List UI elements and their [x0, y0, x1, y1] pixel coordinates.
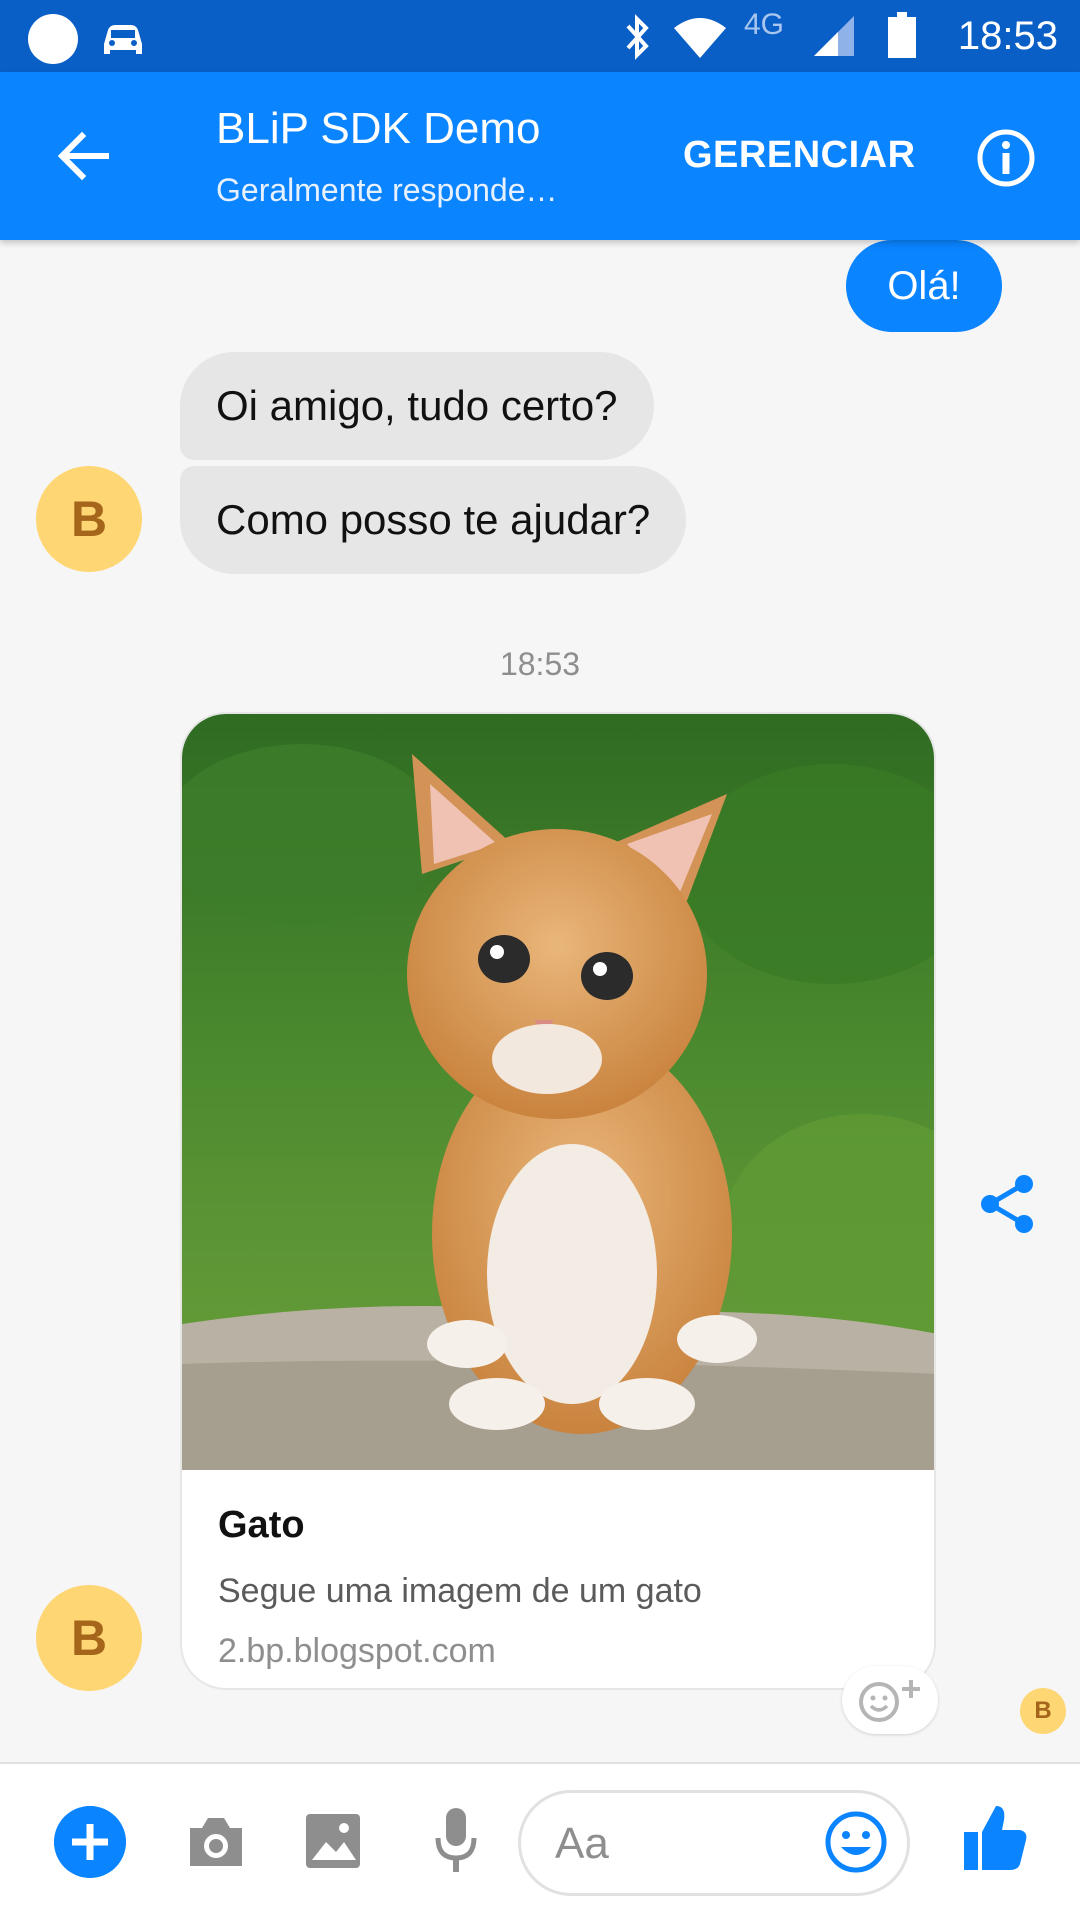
- smiley-plus-icon: [859, 1680, 920, 1722]
- signal-icon: [814, 16, 854, 56]
- notification-dot-icon: [28, 14, 78, 64]
- battery-icon: [888, 12, 916, 58]
- info-icon[interactable]: [976, 128, 1036, 188]
- avatar[interactable]: B: [36, 466, 142, 572]
- bluetooth-icon: [626, 14, 649, 60]
- conversation-title[interactable]: BLiP SDK Demo: [216, 104, 540, 154]
- response-time-label: Geralmente responde…: [216, 172, 558, 208]
- manage-button[interactable]: GERENCIAR: [683, 134, 916, 177]
- seen-indicator-avatar: B: [1020, 1688, 1066, 1734]
- plus-icon[interactable]: [54, 1806, 126, 1878]
- message-input[interactable]: Aa: [518, 1790, 910, 1896]
- add-reaction-button[interactable]: [842, 1666, 938, 1734]
- avatar[interactable]: B: [36, 1585, 142, 1691]
- card-domain: 2.bp.blogspot.com: [218, 1632, 496, 1670]
- camera-icon[interactable]: [184, 1812, 248, 1872]
- incoming-message[interactable]: Como posso te ajudar?: [180, 466, 687, 574]
- network-type-label: 4G: [744, 8, 785, 41]
- card-title: Gato: [218, 1504, 305, 1546]
- gallery-icon[interactable]: [304, 1812, 362, 1870]
- incoming-message[interactable]: Oi amigo, tudo certo?: [180, 352, 654, 460]
- clock: 18:53: [957, 14, 1058, 58]
- kitten-photo[interactable]: [182, 714, 936, 1470]
- card-description: Segue uma imagem de um gato: [218, 1572, 702, 1610]
- microphone-icon[interactable]: [432, 1806, 480, 1874]
- message-timestamp: 18:53: [499, 646, 581, 682]
- back-arrow-icon[interactable]: [56, 128, 112, 184]
- wifi-icon: [674, 18, 726, 58]
- thumbs-up-icon[interactable]: [962, 1802, 1028, 1872]
- message-composer: Aa: [0, 1762, 1080, 1922]
- emoji-icon[interactable]: [821, 1807, 891, 1877]
- conversation-header: BLiP SDK Demo Geralmente responde… GEREN…: [0, 72, 1080, 240]
- outgoing-message[interactable]: Olá!: [846, 240, 1002, 332]
- car-icon: [104, 25, 142, 54]
- message-input-placeholder: Aa: [555, 1819, 609, 1868]
- status-bar: 4G 18:53: [0, 0, 1080, 72]
- link-card[interactable]: Gato Segue uma imagem de um gato 2.bp.bl…: [180, 712, 936, 1690]
- share-icon[interactable]: [978, 1172, 1038, 1236]
